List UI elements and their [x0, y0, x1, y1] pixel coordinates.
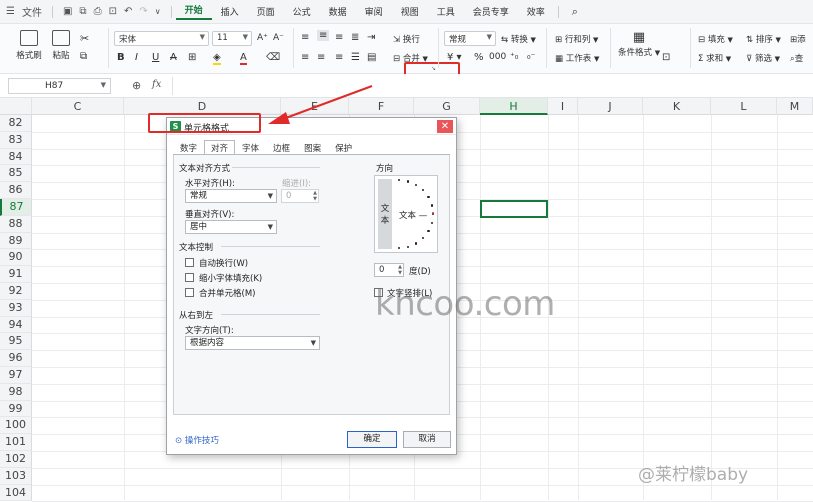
annotation-arrow [268, 85, 373, 124]
watermark: khcoo.com [375, 284, 555, 324]
corner-watermark: @莱柠檬baby [638, 465, 749, 485]
